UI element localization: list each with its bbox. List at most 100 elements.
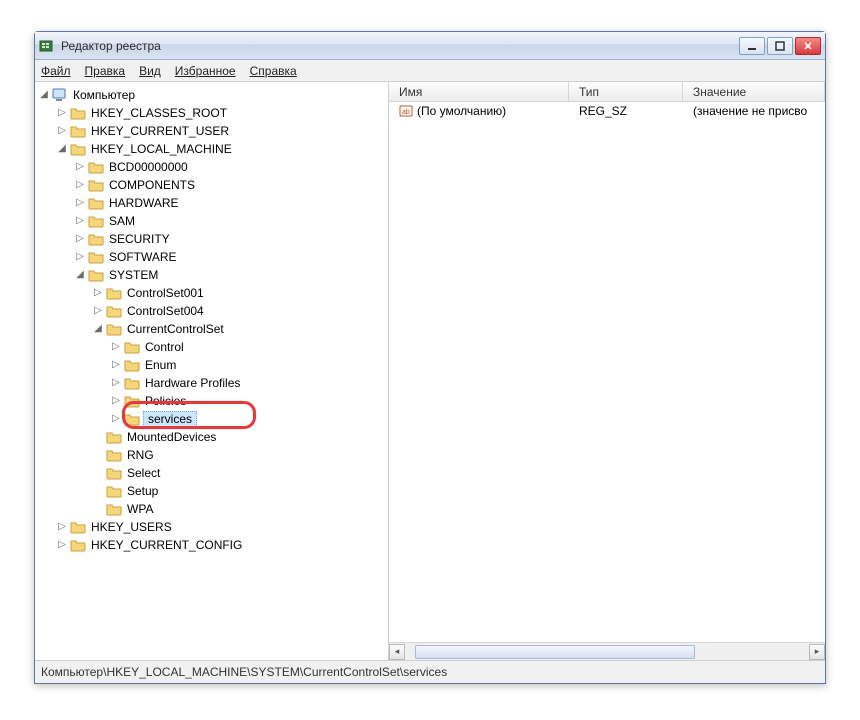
registry-editor-window: Редактор реестра Файл Правка Вид Избранн… [34, 31, 826, 684]
expander-closed-icon[interactable]: ▷ [111, 396, 121, 406]
menu-help[interactable]: Справка [250, 64, 297, 78]
menubar: Файл Правка Вид Избранное Справка [35, 60, 825, 82]
menu-view[interactable]: Вид [139, 64, 161, 78]
expander-closed-icon[interactable]: ▷ [93, 288, 103, 298]
folder-icon [124, 358, 140, 372]
tree-node-hkcc[interactable]: ▷ HKEY_CURRENT_CONFIG [57, 536, 388, 554]
tree-label: HKEY_CURRENT_USER [89, 124, 231, 138]
tree-node-hklm[interactable]: ◢ HKEY_LOCAL_MACHINE [57, 140, 388, 158]
list-row[interactable]: ab (По умолчанию) REG_SZ (значение не пр… [389, 102, 825, 120]
tree-node-rng[interactable]: RNG [93, 446, 388, 464]
column-header-name[interactable]: Имя [389, 82, 569, 101]
folder-icon [124, 340, 140, 354]
tree-node-hwprofiles[interactable]: ▷ Hardware Profiles [111, 374, 388, 392]
tree-node-components[interactable]: ▷ COMPONENTS [75, 176, 388, 194]
expander-closed-icon[interactable]: ▷ [75, 234, 85, 244]
tree-node-hardware[interactable]: ▷ HARDWARE [75, 194, 388, 212]
expander-closed-icon[interactable]: ▷ [57, 522, 67, 532]
expander-closed-icon[interactable]: ▷ [111, 360, 121, 370]
tree-node-services[interactable]: ▷ services [111, 410, 388, 428]
tree-label: SYSTEM [107, 268, 160, 282]
tree-node-software[interactable]: ▷ SOFTWARE [75, 248, 388, 266]
expander-closed-icon[interactable]: ▷ [57, 540, 67, 550]
tree-node-bcd[interactable]: ▷ BCD00000000 [75, 158, 388, 176]
expander-open-icon[interactable]: ◢ [75, 270, 85, 280]
tree-label: ControlSet001 [125, 286, 206, 300]
tree-label: HKEY_CURRENT_CONFIG [89, 538, 244, 552]
statusbar-path: Компьютер\HKEY_LOCAL_MACHINE\SYSTEM\Curr… [41, 665, 447, 679]
tree-label: BCD00000000 [107, 160, 190, 174]
expander-closed-icon[interactable]: ▷ [111, 342, 121, 352]
column-header-value[interactable]: Значение [683, 82, 825, 101]
expander-closed-icon[interactable]: ▷ [75, 162, 85, 172]
expander-open-icon[interactable]: ◢ [93, 324, 103, 334]
tree-label: SAM [107, 214, 137, 228]
tree-label: Select [125, 466, 162, 480]
tree-label: HKEY_LOCAL_MACHINE [89, 142, 234, 156]
expander-closed-icon[interactable]: ▷ [111, 378, 121, 388]
value-type: REG_SZ [569, 104, 683, 118]
expander-closed-icon[interactable]: ▷ [111, 414, 121, 424]
tree-label: Hardware Profiles [143, 376, 242, 390]
tree-label: WPA [125, 502, 155, 516]
expander-closed-icon[interactable]: ▷ [75, 180, 85, 190]
expander-closed-icon[interactable]: ▷ [75, 198, 85, 208]
scroll-thumb[interactable] [415, 645, 695, 659]
tree-label: HKEY_USERS [89, 520, 174, 534]
expander-closed-icon[interactable]: ▷ [93, 306, 103, 316]
horizontal-scrollbar[interactable]: ◂ ▸ [389, 642, 825, 660]
tree-label: RNG [125, 448, 156, 462]
scroll-right-button[interactable]: ▸ [809, 644, 825, 660]
list-body[interactable]: ab (По умолчанию) REG_SZ (значение не пр… [389, 102, 825, 642]
menu-edit[interactable]: Правка [85, 64, 126, 78]
string-value-icon: ab [399, 104, 413, 118]
tree-node-setup[interactable]: Setup [93, 482, 388, 500]
tree-node-policies[interactable]: ▷ Policies [111, 392, 388, 410]
window-title: Редактор реестра [61, 39, 739, 53]
tree-node-mounteddevices[interactable]: MountedDevices [93, 428, 388, 446]
folder-icon [88, 178, 104, 192]
menu-file[interactable]: Файл [41, 64, 71, 78]
menu-favorites[interactable]: Избранное [175, 64, 236, 78]
expander-open-icon[interactable]: ◢ [57, 144, 67, 154]
folder-icon [88, 160, 104, 174]
tree-node-hkcu[interactable]: ▷ HKEY_CURRENT_USER [57, 122, 388, 140]
column-header-type[interactable]: Тип [569, 82, 683, 101]
tree-node-enum[interactable]: ▷ Enum [111, 356, 388, 374]
expander-closed-icon[interactable]: ▷ [75, 216, 85, 226]
tree-node-hku[interactable]: ▷ HKEY_USERS [57, 518, 388, 536]
scroll-left-button[interactable]: ◂ [389, 644, 405, 660]
tree-node-system[interactable]: ◢ SYSTEM [75, 266, 388, 284]
titlebar: Редактор реестра [35, 32, 825, 60]
tree-node-hkcr[interactable]: ▷ HKEY_CLASSES_ROOT [57, 104, 388, 122]
folder-icon [106, 502, 122, 516]
expander-open-icon[interactable]: ◢ [39, 90, 49, 100]
computer-icon [52, 88, 68, 102]
tree-pane[interactable]: ◢ Компьютер ▷ HKEY_CLASSES_ROOT [35, 82, 389, 660]
maximize-button[interactable] [767, 37, 793, 55]
value-data: (значение не присво [683, 104, 825, 118]
tree-node-sam[interactable]: ▷ SAM [75, 212, 388, 230]
tree-label: SECURITY [107, 232, 172, 246]
minimize-button[interactable] [739, 37, 765, 55]
folder-icon [88, 250, 104, 264]
tree-node-wpa[interactable]: WPA [93, 500, 388, 518]
tree-node-security[interactable]: ▷ SECURITY [75, 230, 388, 248]
tree-node-cs004[interactable]: ▷ ControlSet004 [93, 302, 388, 320]
tree-label: MountedDevices [125, 430, 218, 444]
close-button[interactable] [795, 37, 821, 55]
tree-node-select[interactable]: Select [93, 464, 388, 482]
tree-label: services [143, 411, 197, 427]
list-header: Имя Тип Значение [389, 82, 825, 102]
expander-closed-icon[interactable]: ▷ [57, 126, 67, 136]
expander-closed-icon[interactable]: ▷ [75, 252, 85, 262]
folder-icon [106, 448, 122, 462]
expander-closed-icon[interactable]: ▷ [57, 108, 67, 118]
tree-node-ccs[interactable]: ◢ CurrentControlSet [93, 320, 388, 338]
tree-node-cs001[interactable]: ▷ ControlSet001 [93, 284, 388, 302]
tree-node-computer[interactable]: ◢ Компьютер [39, 86, 388, 104]
scroll-track[interactable] [405, 644, 809, 660]
tree-node-control[interactable]: ▷ Control [111, 338, 388, 356]
folder-icon [88, 214, 104, 228]
value-name: (По умолчанию) [417, 104, 506, 118]
